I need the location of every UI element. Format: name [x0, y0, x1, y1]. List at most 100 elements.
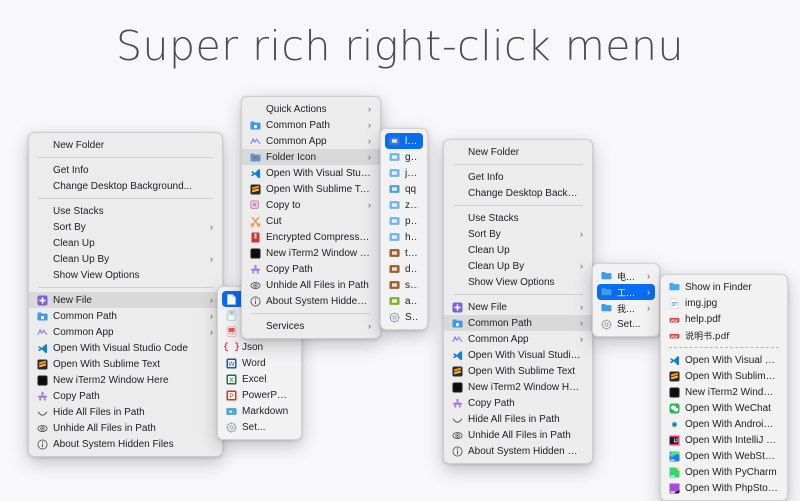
menu-item[interactable]: Set... [381, 309, 427, 325]
menu-item[interactable]: Use Stacks [29, 203, 222, 219]
menu-item[interactable]: New Folder [444, 144, 592, 160]
menu-item[interactable]: Use Stacks [444, 210, 592, 226]
menu-item[interactable]: Change Desktop Background... [444, 185, 592, 201]
menu-item[interactable]: Open With WeChat [661, 400, 787, 416]
menu-item[interactable]: Hide All Files in Path [444, 411, 592, 427]
menu-item[interactable]: img.jpg [661, 295, 787, 311]
menu-item[interactable]: About System Hidden Files [444, 443, 592, 459]
menu-item[interactable]: Clean Up By› [444, 258, 592, 274]
menu-item[interactable]: zapier [381, 197, 427, 213]
menu-item[interactable]: Show View Options [444, 274, 592, 290]
menu-item[interactable]: New File› [444, 299, 592, 315]
menu-item[interactable]: Unhide All Files in Path [242, 277, 380, 293]
common-path-submenu[interactable]: 电子表格›工作文档›我的图库›Set... [592, 263, 660, 337]
menu-item[interactable]: 我的图库› [593, 300, 659, 316]
menu-item[interactable]: { }Json [218, 339, 301, 355]
menu-item[interactable]: Encrypted Compression [242, 229, 380, 245]
menu-item[interactable]: google [381, 149, 427, 165]
menu-item-label: New iTerm2 Window Here [685, 387, 778, 398]
folder-icon-submenu[interactable]: lovegooglejavaqqzapierpyqhtml5twitterdin… [380, 128, 428, 330]
menu-item[interactable]: Services› [242, 318, 380, 334]
menu-item[interactable]: Cut [242, 213, 380, 229]
menu-item[interactable]: Change Desktop Background... [29, 178, 222, 194]
menu-item[interactable]: New File› [29, 292, 222, 308]
menu-item[interactable]: Show View Options [29, 267, 222, 283]
menu-item[interactable]: Get Info [444, 169, 592, 185]
menu-item[interactable]: Copy Path [242, 261, 380, 277]
menu-item[interactable]: Sort By› [29, 219, 222, 235]
menu-item[interactable]: Open With Sublime Text [242, 181, 380, 197]
menu-item[interactable]: WWord [218, 355, 301, 371]
quick-actions-menu[interactable]: Quick Actions›Common Path›Common App›Fol… [241, 96, 381, 339]
menu-item[interactable]: Common App› [242, 133, 380, 149]
menu-item[interactable]: Clean Up [444, 242, 592, 258]
menu-item[interactable]: Common Path› [242, 117, 380, 133]
menu-item[interactable]: About System Hidden Files [29, 436, 222, 452]
menu-item[interactable]: Quick Actions› [242, 101, 380, 117]
menu-item-label: Markdown [242, 406, 292, 417]
menu-item[interactable]: IJOpen With IntelliJ IDEA [661, 432, 787, 448]
menu-item[interactable]: About System Hidden Files [242, 293, 380, 309]
wechat-icon [669, 403, 680, 414]
main-context-menu-left[interactable]: New Folder Get InfoChange Desktop Backgro… [28, 132, 223, 457]
menu-item[interactable]: Open With Visual Studio Code [29, 340, 222, 356]
folder-contents-submenu[interactable]: Show in Finderimg.jpgPDFhelp.pdfPDF说明书.p… [660, 274, 788, 501]
menu-item[interactable]: java [381, 165, 427, 181]
menu-item[interactable]: Open With Visual Studio Code [444, 347, 592, 363]
menu-item-label: PowerPoint [242, 390, 292, 401]
menu-item[interactable]: Set... [593, 316, 659, 332]
menu-item[interactable]: twitter [381, 245, 427, 261]
menu-item[interactable]: Get Info [29, 162, 222, 178]
chevron-right-icon: › [580, 335, 583, 344]
menu-item[interactable]: Copy to› [242, 197, 380, 213]
menu-item[interactable]: Copy Path [29, 388, 222, 404]
menu-item[interactable]: PDFhelp.pdf [661, 311, 787, 327]
settings-gear-icon [601, 319, 612, 330]
menu-item[interactable]: Open With WebStorm [661, 448, 787, 464]
menu-item[interactable]: Unhide All Files in Path [29, 420, 222, 436]
menu-item[interactable]: Unhide All Files in Path [444, 427, 592, 443]
menu-item[interactable]: qq [381, 181, 427, 197]
menu-item[interactable]: love [385, 133, 423, 149]
menu-item[interactable]: Open With PyCharm [661, 464, 787, 480]
menu-item[interactable]: Show in Finder [661, 279, 787, 295]
menu-item[interactable]: New iTerm2 Window Here [242, 245, 380, 261]
menu-item[interactable]: Open With Visual Studio Code [242, 165, 380, 181]
menu-item[interactable]: ding [381, 261, 427, 277]
menu-item[interactable]: Common Path› [444, 315, 592, 331]
menu-item[interactable]: Open With Sublime Text [444, 363, 592, 379]
menu-item[interactable]: New Folder [29, 137, 222, 153]
menu-item[interactable]: Set... [218, 419, 301, 435]
menu-item[interactable]: Open With Visual Studio Code [661, 352, 787, 368]
menu-item[interactable]: 工作文档› [597, 284, 655, 300]
menu-item[interactable]: pyq [381, 213, 427, 229]
main-context-menu-right[interactable]: New Folder Get InfoChange Desktop Backgro… [443, 139, 593, 464]
menu-item[interactable]: New iTerm2 Window Here [444, 379, 592, 395]
menu-item[interactable]: XExcel [218, 371, 301, 387]
menu-item[interactable]: Open With Sublime Text [661, 368, 787, 384]
menu-item[interactable]: M↓Markdown [218, 403, 301, 419]
menu-item[interactable]: Common App› [444, 331, 592, 347]
menu-item[interactable]: Copy Path [444, 395, 592, 411]
menu-item[interactable]: Open With Sublime Text [29, 356, 222, 372]
menu-item[interactable]: Open With PhpStorm [661, 480, 787, 496]
copy-path-icon [452, 398, 463, 409]
chevron-right-icon: › [368, 137, 371, 146]
menu-item[interactable]: Common Path› [29, 308, 222, 324]
menu-item[interactable]: apple [381, 293, 427, 309]
menu-item[interactable]: New iTerm2 Window Here [29, 372, 222, 388]
menu-item[interactable]: 电子表格› [593, 268, 659, 284]
menu-item[interactable]: Hide All Files in Path [29, 404, 222, 420]
menu-item[interactable]: Clean Up [29, 235, 222, 251]
menu-item[interactable]: skype [381, 277, 427, 293]
menu-item[interactable]: Common App› [29, 324, 222, 340]
menu-item[interactable]: Sort By› [444, 226, 592, 242]
menu-item[interactable]: html5 [381, 229, 427, 245]
menu-item[interactable]: Folder Icon› [242, 149, 380, 165]
menu-item[interactable]: Open With Android Studio [661, 416, 787, 432]
menu-item[interactable]: Clean Up By› [29, 251, 222, 267]
menu-item-label: Copy Path [468, 398, 583, 409]
menu-item[interactable]: PPowerPoint [218, 387, 301, 403]
menu-item[interactable]: New iTerm2 Window Here [661, 384, 787, 400]
menu-item[interactable]: PDF说明书.pdf [661, 327, 787, 343]
